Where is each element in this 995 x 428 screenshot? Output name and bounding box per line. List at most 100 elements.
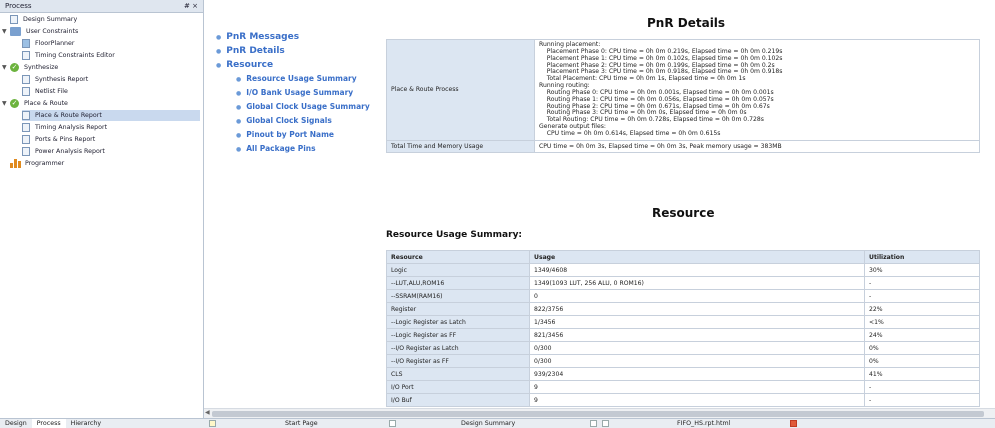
table-row: --SSRAM(RAM16) 0-: [386, 289, 980, 303]
tree-item-synthesize[interactable]: ▼ ✓ Synthesize: [2, 62, 58, 73]
table-row: Register 822/3756 22%: [386, 302, 980, 316]
table-cell: 1349(1093 LUT, 256 ALU, 0 ROM16): [529, 276, 865, 290]
close-icon[interactable]: [389, 420, 396, 427]
tree-item-label: FloorPlanner: [35, 40, 75, 47]
nav-link-global-clock-usage-summary[interactable]: ● Global Clock Usage Summary: [236, 102, 370, 111]
table-cell: <1%: [864, 315, 980, 329]
nav-link-label: Pinout by Port Name: [246, 130, 334, 139]
tree-item-netlist-file[interactable]: Netlist File: [22, 86, 68, 97]
bullet-icon: ●: [216, 62, 222, 69]
tree-item-floorplanner[interactable]: FloorPlanner: [22, 38, 75, 49]
nav-link-label: Resource Usage Summary: [246, 74, 357, 83]
table-cell: --LUT,ALU,ROM16: [386, 276, 530, 290]
table-row: I/O Buf 9-: [386, 393, 980, 407]
folder-icon: [10, 27, 21, 36]
tree-item-label: User Constraints: [26, 28, 79, 35]
process-panel: Process # × Design Summary ▼ User Constr…: [0, 0, 204, 418]
table-cell-key: Total Time and Memory Usage: [386, 139, 535, 153]
table-cell: --I/O Register as FF: [386, 354, 530, 368]
nav-link-label: Global Clock Usage Summary: [246, 102, 370, 111]
tree-item-programmer[interactable]: Programmer: [10, 158, 64, 169]
tree-item-label: Ports & Pins Report: [35, 136, 96, 143]
doc-icon: [10, 15, 18, 24]
table-cell-value: CPU time = 0h 0m 3s, Elapsed time = 0h 0…: [534, 139, 980, 153]
bullet-icon: ●: [236, 90, 242, 97]
table-row: --Logic Register as Latch 1/3456 <1%: [386, 315, 980, 329]
nav-link-label: Resource: [226, 60, 274, 70]
tree-item-label: Timing Analysis Report: [35, 124, 108, 131]
bullet-icon: ●: [236, 118, 242, 125]
table-cell: 821/3456: [529, 328, 865, 342]
tree-item-timing-analysis-report[interactable]: Timing Analysis Report: [22, 122, 107, 133]
tree-item-label: Synthesize: [24, 64, 59, 71]
table-cell: -: [864, 289, 980, 303]
bullet-icon: ●: [216, 48, 222, 55]
tree-item-timing-constraints-editor[interactable]: Timing Constraints Editor: [22, 50, 115, 61]
scrollbar-thumb[interactable]: [212, 411, 984, 417]
tree-item-place-route-report[interactable]: Place & Route Report: [22, 110, 200, 121]
table-cell: 0%: [864, 354, 980, 368]
table-cell-key: Place & Route Process: [386, 39, 535, 141]
tree-item-synthesis-report[interactable]: Synthesis Report: [22, 74, 88, 85]
bullet-icon: ●: [216, 34, 222, 41]
table-cell: CLS: [386, 367, 530, 381]
table-cell: 0/300: [529, 354, 865, 368]
nav-link-io-bank-usage-summary[interactable]: ● I/O Bank Usage Summary: [236, 88, 353, 97]
close-icon[interactable]: [790, 420, 797, 427]
nav-link-label: All Package Pins: [246, 144, 316, 153]
table-cell: I/O Port: [386, 380, 530, 394]
table-row: Logic 1349/4608 30%: [386, 263, 980, 277]
tree-item-power-analysis-report[interactable]: Power Analysis Report: [22, 146, 105, 157]
table-cell: 1/3456: [529, 315, 865, 329]
nav-link-label: PnR Messages: [226, 32, 300, 42]
table-cell: 41%: [864, 367, 980, 381]
table-row: Total Time and Memory Usage CPU time = 0…: [386, 139, 980, 153]
table-cell: -: [864, 393, 980, 407]
nav-link-pnr-messages[interactable]: ● PnR Messages: [216, 32, 299, 42]
bullet-icon: ●: [236, 146, 242, 153]
nav-link-label: PnR Details: [226, 46, 285, 56]
nav-link-all-package-pins[interactable]: ● All Package Pins: [236, 144, 316, 153]
nav-link-resource-usage-summary[interactable]: ● Resource Usage Summary: [236, 74, 357, 83]
close-icon[interactable]: [590, 420, 597, 427]
programmer-icon: [10, 159, 21, 168]
table-cell: 9: [529, 393, 865, 407]
lightbulb-icon: [209, 420, 216, 427]
nav-link-label: I/O Bank Usage Summary: [246, 88, 354, 97]
tree-item-design-summary[interactable]: Design Summary: [10, 14, 77, 25]
panel-title-bar: Process # ×: [0, 0, 203, 13]
tree-item-label: Synthesis Report: [35, 76, 89, 83]
tree-item-place-route[interactable]: ▼ ✓ Place & Route: [2, 98, 68, 109]
table-cell: -: [864, 380, 980, 394]
table-row: I/O Port 9-: [386, 380, 980, 394]
doc-icon: [602, 420, 609, 427]
nav-link-resource[interactable]: ● Resource: [216, 60, 273, 70]
tree-item-label: Netlist File: [35, 88, 68, 95]
scroll-left-icon[interactable]: ◀: [205, 409, 210, 416]
table-cell: 0/300: [529, 341, 865, 355]
doc-icon: [22, 75, 30, 84]
tree-item-label: Design Summary: [23, 16, 78, 23]
check-icon: ✓: [10, 63, 19, 72]
chevron-down-icon[interactable]: ▼: [2, 28, 10, 35]
table-row: --Logic Register as FF 821/3456 24%: [386, 328, 980, 342]
doc-icon: [22, 87, 30, 96]
tree-item-ports-pins-report[interactable]: Ports & Pins Report: [22, 134, 95, 145]
table-cell: -: [864, 276, 980, 290]
doc-icon: [22, 135, 30, 144]
table-cell: 822/3756: [529, 302, 865, 316]
table-row: --I/O Register as FF 0/300 0%: [386, 354, 980, 368]
table-cell: I/O Buf: [386, 393, 530, 407]
nav-link-global-clock-signals[interactable]: ● Global Clock Signals: [236, 116, 332, 125]
nav-link-pinout-by-port-name[interactable]: ● Pinout by Port Name: [236, 130, 334, 139]
table-header-cell: Resource: [386, 250, 530, 264]
table-cell: --I/O Register as Latch: [386, 341, 530, 355]
chevron-down-icon[interactable]: ▼: [2, 100, 10, 107]
tree-item-user-constraints[interactable]: ▼ User Constraints: [2, 26, 78, 37]
bullet-icon: ●: [236, 104, 242, 111]
bullet-icon: ●: [236, 132, 242, 139]
tree-item-label: Programmer: [25, 160, 65, 167]
panel-pin-close-icon[interactable]: # ×: [184, 2, 198, 10]
nav-link-pnr-details[interactable]: ● PnR Details: [216, 46, 285, 56]
chevron-down-icon[interactable]: ▼: [2, 64, 10, 71]
